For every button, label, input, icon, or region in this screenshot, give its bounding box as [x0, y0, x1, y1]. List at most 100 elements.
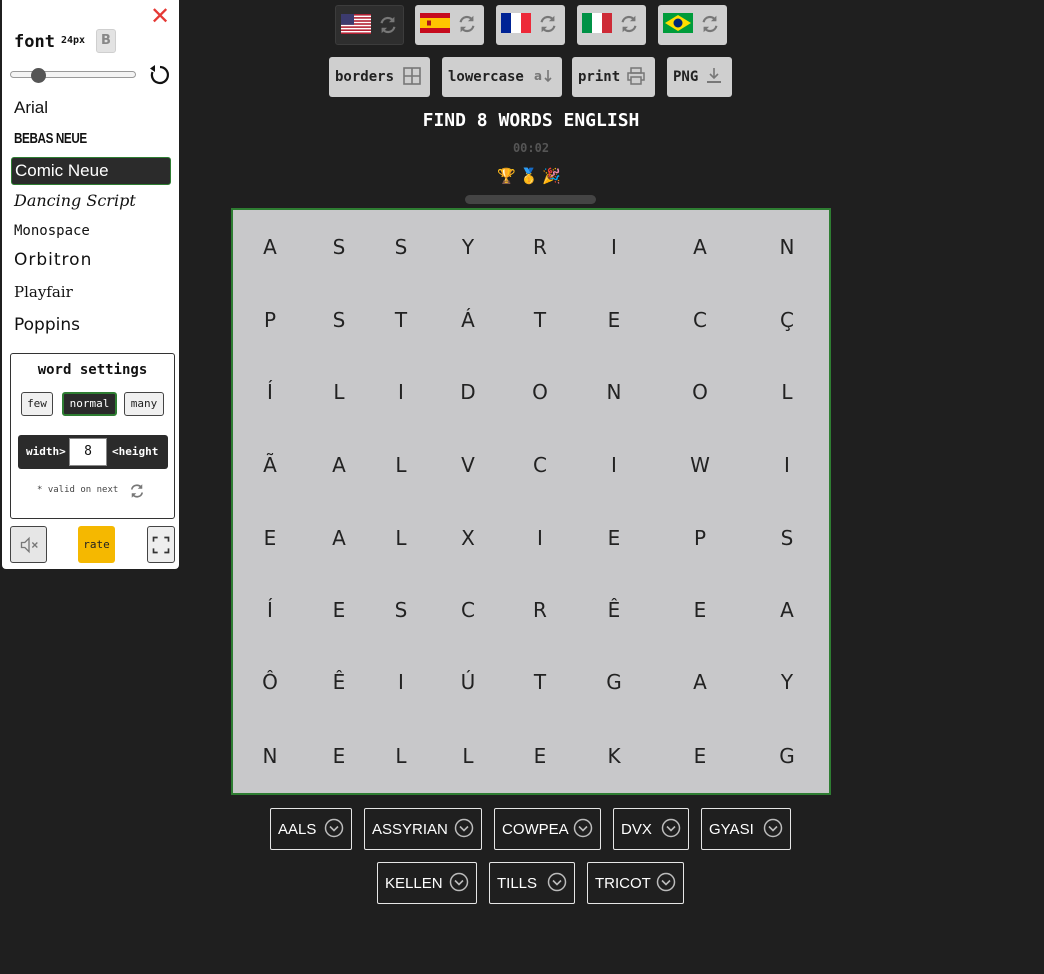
- lowercase-button[interactable]: lowercase a: [442, 57, 562, 97]
- grid-cell[interactable]: O: [692, 380, 708, 404]
- grid-cell[interactable]: T: [395, 308, 407, 332]
- borders-button[interactable]: borders: [329, 57, 430, 97]
- grid-cell[interactable]: A: [780, 598, 794, 622]
- grid-cell[interactable]: I: [784, 453, 790, 477]
- language-english-button[interactable]: [335, 5, 404, 45]
- grid-cell[interactable]: Í: [267, 598, 273, 622]
- grid-cell[interactable]: S: [333, 235, 346, 259]
- grid-cell[interactable]: A: [332, 526, 346, 550]
- grid-cell[interactable]: P: [264, 308, 276, 332]
- grid-cell[interactable]: E: [333, 744, 346, 768]
- fullscreen-button[interactable]: [147, 526, 175, 563]
- language-french-button[interactable]: [496, 5, 565, 45]
- grid-cell[interactable]: G: [606, 670, 622, 694]
- grid-cell[interactable]: E: [608, 308, 621, 332]
- grid-cell[interactable]: A: [693, 670, 707, 694]
- font-option-playfair[interactable]: Playfair: [14, 282, 73, 302]
- density-few-button[interactable]: few: [21, 392, 53, 416]
- chevron-down-icon[interactable]: [661, 818, 681, 838]
- grid-cell[interactable]: C: [693, 308, 707, 332]
- grid-cell[interactable]: Ã: [263, 453, 277, 477]
- grid-cell[interactable]: D: [460, 380, 475, 404]
- grid-cell[interactable]: Y: [781, 670, 793, 694]
- chevron-down-icon[interactable]: [454, 818, 474, 838]
- grid-cell[interactable]: Ê: [608, 598, 621, 622]
- grid-cell[interactable]: K: [607, 744, 620, 768]
- grid-cell[interactable]: S: [333, 308, 346, 332]
- grid-cell[interactable]: S: [781, 526, 794, 550]
- word-item[interactable]: ASSYRIAN: [364, 808, 482, 850]
- grid-cell[interactable]: T: [534, 670, 546, 694]
- grid-cell[interactable]: Ç: [780, 308, 794, 332]
- grid-cell[interactable]: C: [533, 453, 547, 477]
- grid-cell[interactable]: A: [263, 235, 277, 259]
- chevron-down-icon[interactable]: [449, 872, 469, 892]
- chevron-down-icon[interactable]: [573, 818, 593, 838]
- grid-cell[interactable]: R: [533, 235, 547, 259]
- rate-button[interactable]: rate: [78, 526, 115, 563]
- grid-cell[interactable]: E: [264, 526, 277, 550]
- grid-cell[interactable]: A: [332, 453, 346, 477]
- grid-cell[interactable]: Ê: [333, 670, 346, 694]
- reset-icon[interactable]: [148, 63, 172, 87]
- grid-size-input[interactable]: 8: [69, 438, 107, 466]
- language-italian-button[interactable]: [577, 5, 646, 45]
- mute-button[interactable]: [10, 526, 47, 563]
- grid-cell[interactable]: W: [690, 453, 710, 477]
- grid-cell[interactable]: E: [694, 744, 707, 768]
- grid-cell[interactable]: L: [395, 744, 406, 768]
- grid-cell[interactable]: I: [611, 453, 617, 477]
- word-item[interactable]: GYASI: [701, 808, 791, 850]
- grid-cell[interactable]: X: [461, 526, 475, 550]
- grid-cell[interactable]: S: [395, 235, 408, 259]
- png-download-button[interactable]: PNG: [667, 57, 732, 97]
- bold-toggle-button[interactable]: B: [96, 29, 116, 53]
- grid-cell[interactable]: E: [694, 598, 707, 622]
- font-option-poppins[interactable]: Poppins: [14, 315, 80, 335]
- letter-grid[interactable]: A S S Y R I A N P S T Á T E C Ç Í L I D O N O L Ã A L V C I W I E A L X I E P S…: [231, 208, 831, 795]
- font-option-orbitron[interactable]: Orbitron: [14, 250, 92, 270]
- grid-cell[interactable]: Í: [267, 380, 273, 404]
- grid-cell[interactable]: O: [532, 380, 548, 404]
- word-item[interactable]: AALS: [270, 808, 352, 850]
- grid-cell[interactable]: E: [608, 526, 621, 550]
- grid-cell[interactable]: N: [607, 380, 622, 404]
- word-item[interactable]: KELLEN: [377, 862, 477, 904]
- grid-cell[interactable]: T: [534, 308, 546, 332]
- font-size-slider-thumb[interactable]: [31, 68, 46, 83]
- grid-cell[interactable]: L: [333, 380, 344, 404]
- font-option-monospace[interactable]: Monospace: [14, 221, 90, 241]
- print-button[interactable]: print: [572, 57, 655, 97]
- grid-cell[interactable]: E: [534, 744, 547, 768]
- grid-cell[interactable]: L: [395, 453, 406, 477]
- grid-cell[interactable]: A: [693, 235, 707, 259]
- language-spanish-button[interactable]: [415, 5, 484, 45]
- word-item[interactable]: DVX: [613, 808, 689, 850]
- grid-cell[interactable]: L: [395, 526, 406, 550]
- chevron-down-icon[interactable]: [547, 872, 567, 892]
- word-item[interactable]: TILLS: [489, 862, 575, 904]
- language-portuguese-button[interactable]: [658, 5, 727, 45]
- grid-cell[interactable]: P: [694, 526, 706, 550]
- word-item[interactable]: COWPEA: [494, 808, 601, 850]
- chevron-down-icon[interactable]: [763, 818, 783, 838]
- grid-cell[interactable]: G: [779, 744, 795, 768]
- grid-cell[interactable]: Á: [461, 308, 475, 332]
- grid-cell[interactable]: S: [395, 598, 408, 622]
- grid-cell[interactable]: C: [461, 598, 475, 622]
- grid-cell[interactable]: V: [461, 453, 475, 477]
- font-size-slider[interactable]: [10, 71, 136, 78]
- chevron-down-icon[interactable]: [324, 818, 344, 838]
- grid-cell[interactable]: I: [537, 526, 543, 550]
- grid-cell[interactable]: N: [263, 744, 278, 768]
- font-option-dancing-script[interactable]: Dancing Script: [14, 191, 136, 211]
- grid-cell[interactable]: Ú: [461, 670, 476, 694]
- grid-cell[interactable]: Ô: [262, 670, 278, 694]
- grid-cell[interactable]: I: [398, 670, 404, 694]
- grid-cell[interactable]: R: [533, 598, 547, 622]
- grid-cell[interactable]: Y: [462, 235, 474, 259]
- close-icon[interactable]: ✕: [150, 4, 170, 28]
- grid-cell[interactable]: E: [333, 598, 346, 622]
- density-many-button[interactable]: many: [124, 392, 164, 416]
- grid-cell[interactable]: L: [462, 744, 473, 768]
